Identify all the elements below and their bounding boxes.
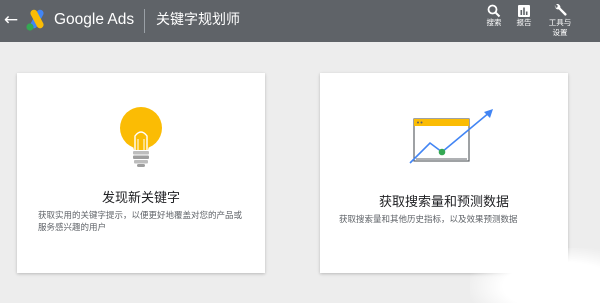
arrow-back-icon[interactable]: ← (3, 10, 19, 30)
discover-keywords-card[interactable]: 发现新关键字 获取实用的关键字提示，以便更好地覆盖对您的产品或服务感兴趣的用户 (17, 73, 265, 273)
wrench-icon (554, 4, 567, 16)
tools-settings-label-text: 工具与 设置 (548, 18, 572, 37)
report-tool-label: 报告 (516, 18, 532, 27)
lightbulb-icon (120, 107, 162, 167)
corner-fade-overlay (470, 248, 600, 303)
google-ads-logo-icon[interactable] (25, 9, 49, 31)
search-volume-forecast-title: 获取搜索量和预测数据 (378, 195, 509, 210)
search-tool-button[interactable]: 搜索 (482, 4, 506, 28)
header-divider (144, 9, 145, 33)
brand-name: Google Ads (54, 11, 135, 28)
report-tool-button[interactable]: 报告 (512, 4, 536, 28)
tools-settings-label: 工具与 设置 (544, 18, 576, 38)
tools-settings-button[interactable]: 工具与 设置 (544, 4, 576, 38)
search-volume-forecast-description: 获取搜索量和其他历史指标，以及效果预测数据 (339, 215, 518, 225)
search-tool-label: 搜索 (486, 18, 502, 27)
page-title: 关键字规划师 (156, 12, 240, 28)
search-volume-forecast-card[interactable]: 获取搜索量和预测数据 获取搜索量和其他历史指标，以及效果预测数据 (320, 73, 568, 273)
discover-keywords-title: 发现新关键字 (101, 191, 180, 206)
trend-chart-icon (409, 109, 493, 164)
report-icon (518, 5, 530, 17)
top-app-bar: ← Google Ads 关键字规划师 搜索 报告 工具与 设置 (0, 0, 600, 42)
discover-keywords-description: 获取实用的关键字提示，以便更好地覆盖对您的产品或服务感兴趣的用户 (38, 211, 243, 233)
search-icon (487, 4, 501, 18)
